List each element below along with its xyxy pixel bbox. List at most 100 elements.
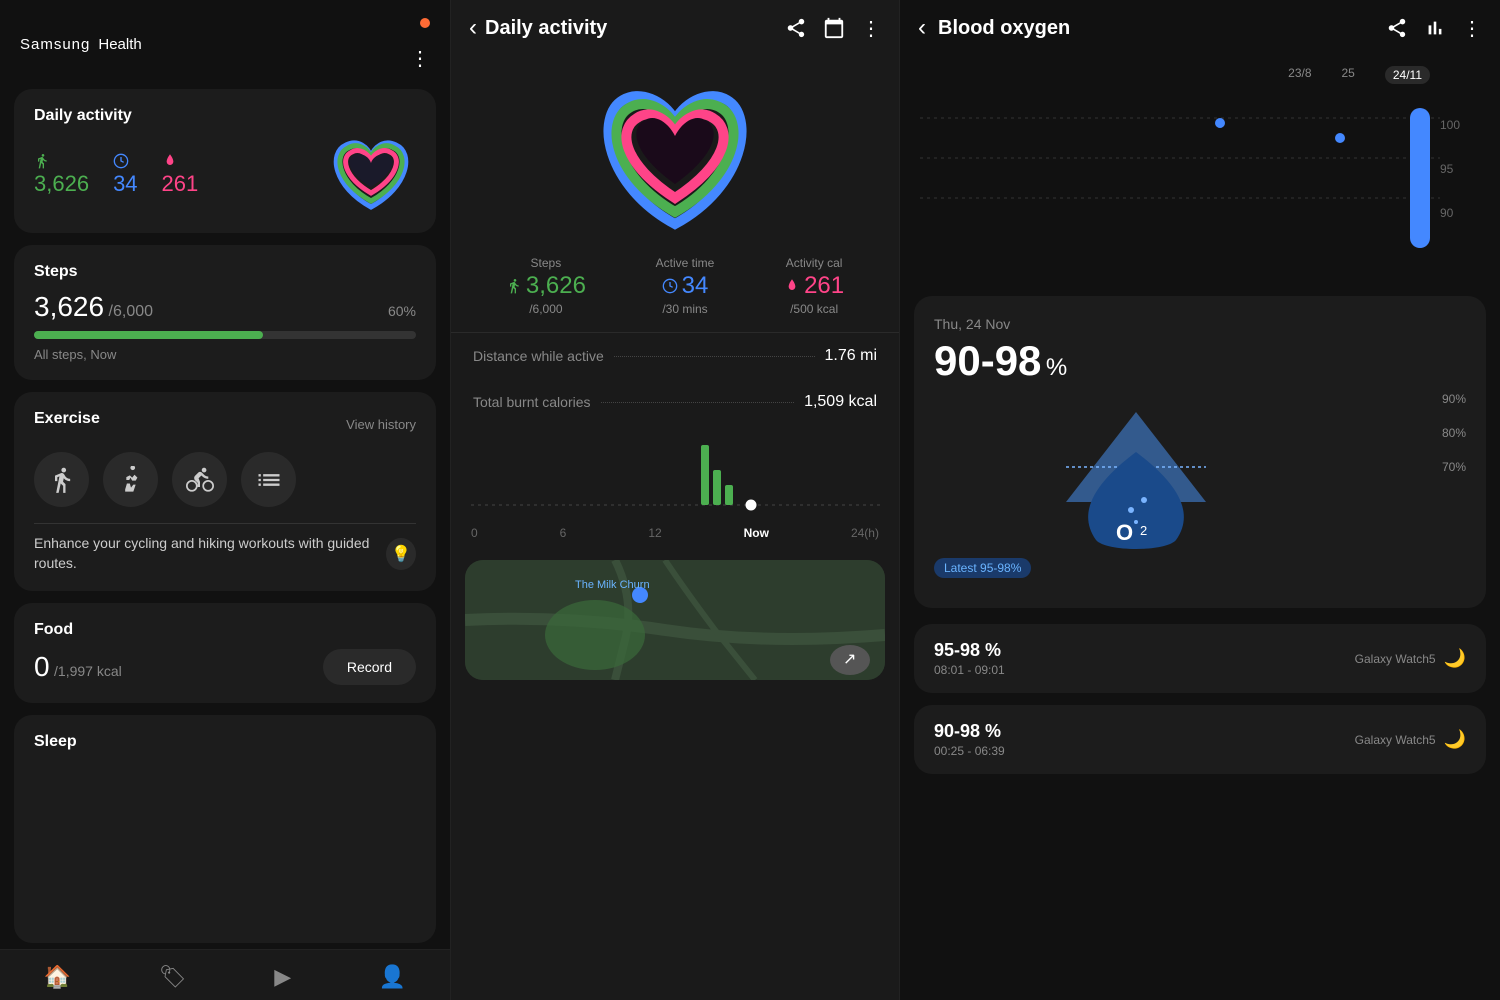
run-icon: [117, 466, 145, 494]
run-icon-btn[interactable]: [103, 452, 158, 507]
heart-section: [451, 56, 899, 246]
nav-play[interactable]: ▶: [274, 964, 291, 990]
play-icon: ▶: [274, 964, 291, 990]
right-menu-icon[interactable]: ⋮: [1462, 16, 1482, 41]
chart-label-24: 24(h): [851, 526, 879, 540]
date-label-3[interactable]: 24/11: [1385, 66, 1430, 84]
steps-label: Steps: [531, 256, 562, 270]
steps-goal-mid: /6,000: [529, 302, 562, 316]
list-icon-btn[interactable]: [241, 452, 296, 507]
record-1-left: 95-98 % 08:01 - 09:01: [934, 640, 1005, 677]
activity-chart-svg: [471, 435, 881, 515]
svg-text:2: 2: [1140, 523, 1147, 538]
map-section[interactable]: The Milk Churn ↗: [465, 560, 885, 680]
sleep-card[interactable]: Sleep: [14, 715, 436, 943]
promo-icon: 💡: [386, 538, 416, 570]
steps-val: 3,626: [506, 272, 586, 300]
mid-header-title: Daily activity: [485, 17, 607, 40]
chart-label-12: 12: [648, 526, 661, 540]
mid-header-icons: ⋮: [785, 16, 881, 41]
cal-stat: 261: [162, 153, 199, 197]
record-2-device: Galaxy Watch5: [1355, 733, 1436, 747]
active-time-stat: 34: [113, 153, 137, 197]
right-header-icons: ⋮: [1386, 16, 1482, 41]
time-icon: [113, 153, 129, 169]
chart-label-now: Now: [744, 526, 769, 540]
bo-left-section: Latest 95-98% O 2: [934, 392, 1422, 588]
map-svg: The Milk Churn ↗: [465, 560, 885, 680]
y-label-90: 90: [1440, 206, 1460, 220]
notification-dot: [420, 18, 430, 28]
bo-date: Thu, 24 Nov: [934, 316, 1466, 332]
food-left: 0 /1,997 kcal: [34, 651, 122, 683]
walk-icon: [48, 466, 76, 494]
mid-back-btn[interactable]: ‹: [469, 14, 477, 42]
distance-label: Distance while active: [473, 348, 604, 364]
svg-text:The Milk Churn: The Milk Churn: [575, 579, 650, 591]
nav-home[interactable]: 🏠: [44, 964, 71, 990]
steps-progress-fill: [34, 331, 263, 339]
steps-goal: /6,000: [109, 303, 153, 320]
mid-active-stat: Active time 34 /30 mins: [656, 256, 715, 316]
y-label-100: 100: [1440, 118, 1460, 132]
exercise-promo: Enhance your cycling and hiking workouts…: [34, 534, 416, 573]
record-button[interactable]: Record: [323, 649, 416, 685]
food-title: Food: [34, 621, 416, 639]
cal-label: Activity cal: [786, 256, 843, 270]
scale-90: 90%: [1442, 392, 1466, 406]
left-header: Samsung Health ⋮: [0, 0, 450, 83]
view-history-btn[interactable]: View history: [346, 417, 416, 432]
walk-icon-btn[interactable]: [34, 452, 89, 507]
steps-title: Steps: [34, 263, 416, 281]
cal-value: 261: [162, 171, 199, 197]
calories-label: Total burnt calories: [473, 394, 591, 410]
samsung-logo: Samsung Health: [20, 36, 142, 53]
health-brand: Health: [98, 36, 141, 53]
exercise-card: Exercise View history Enhance your cycli…: [14, 392, 436, 591]
calendar-icon[interactable]: [823, 17, 845, 39]
daily-activity-card[interactable]: Daily activity 3,626 34: [14, 89, 436, 233]
scale-70: 70%: [1442, 460, 1466, 474]
distance-value: 1.76 mi: [825, 347, 877, 365]
distance-dots: [614, 356, 815, 357]
profile-icon: 👤: [379, 964, 406, 990]
right-header: ‹ Blood oxygen ⋮: [900, 0, 1500, 56]
record-2-right: Galaxy Watch5 🌙: [1355, 729, 1466, 750]
exercise-icons: [34, 452, 416, 507]
right-share-icon[interactable]: [1386, 17, 1408, 39]
active-label: Active time: [656, 256, 715, 270]
bo-scale: 90% 80% 70%: [1442, 392, 1466, 588]
record-1-value: 95-98 %: [934, 640, 1005, 661]
calories-row: Total burnt calories 1,509 kcal: [451, 379, 899, 425]
mid-header: ‹ Daily activity ⋮: [451, 0, 899, 56]
right-back-btn[interactable]: ‹: [918, 14, 926, 42]
nav-tags[interactable]: 🏷: [159, 964, 187, 990]
promo-text: Enhance your cycling and hiking workouts…: [34, 534, 386, 573]
record-1-right: Galaxy Watch5 🌙: [1355, 648, 1466, 669]
steps-card[interactable]: Steps 3,626 /6,000 60% All steps, Now: [14, 245, 436, 380]
steps-stat: 3,626: [34, 153, 89, 197]
list-icon: [255, 466, 283, 494]
left-menu-icon[interactable]: ⋮: [410, 46, 430, 71]
mid-menu-icon[interactable]: ⋮: [861, 16, 881, 41]
chart-labels: 0 6 12 Now 24(h): [471, 526, 879, 540]
nav-profile[interactable]: 👤: [379, 964, 406, 990]
active-small-icon: [662, 278, 678, 294]
blood-oxygen-graph: 23/8 25 24/11 100 95 90: [900, 56, 1500, 286]
record-2-left: 90-98 % 00:25 - 06:39: [934, 721, 1005, 758]
exercise-header: Exercise View history: [34, 410, 416, 438]
cycle-icon-btn[interactable]: [172, 452, 227, 507]
cal-goal-mid: /500 kcal: [790, 302, 838, 316]
moon-icon-1: 🌙: [1444, 648, 1466, 669]
date-labels: 23/8 25 24/11: [920, 66, 1480, 84]
share-icon[interactable]: [785, 17, 807, 39]
fire-small-icon: [784, 278, 800, 294]
date-label-2: 25: [1342, 66, 1355, 84]
bar-chart-icon[interactable]: [1424, 17, 1446, 39]
active-goal-mid: /30 mins: [662, 302, 707, 316]
sleep-title: Sleep: [34, 733, 416, 751]
svg-text:O: O: [1116, 520, 1133, 545]
latest-badge: Latest 95-98%: [934, 558, 1031, 578]
steps-progress-bg: [34, 331, 416, 339]
steps-small-icon: [506, 278, 522, 294]
